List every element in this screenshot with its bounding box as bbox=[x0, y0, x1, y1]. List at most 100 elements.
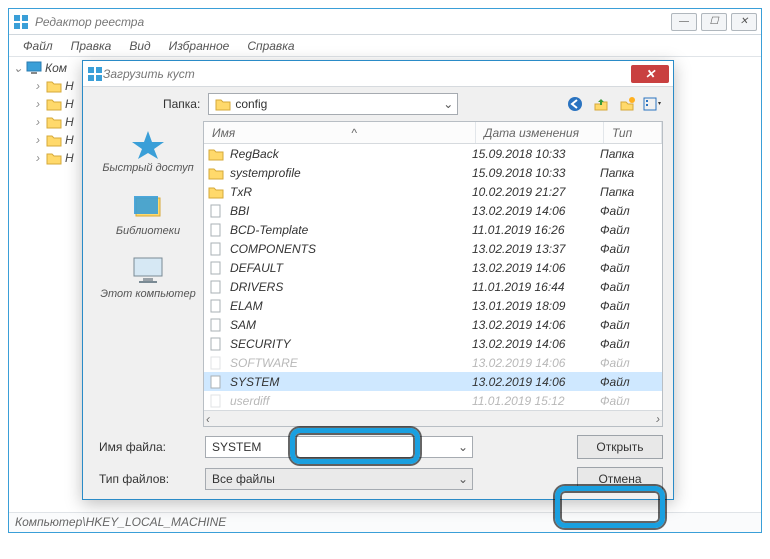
file-type: Файл bbox=[600, 299, 658, 313]
expand-icon[interactable]: › bbox=[33, 133, 43, 147]
file-name: SYSTEM bbox=[228, 375, 472, 389]
folder-icon bbox=[46, 97, 62, 111]
file-icon bbox=[208, 242, 224, 256]
expand-icon[interactable]: › bbox=[33, 79, 43, 93]
up-icon[interactable] bbox=[591, 94, 611, 114]
collapse-icon[interactable]: ⌄ bbox=[13, 61, 23, 75]
regedit-icon bbox=[87, 66, 103, 82]
folder-combo[interactable]: config ⌄ bbox=[208, 93, 458, 115]
file-list-rows[interactable]: RegBack15.09.2018 10:33Папкаsystemprofil… bbox=[204, 144, 662, 410]
menu-file[interactable]: Файл bbox=[15, 37, 61, 55]
file-icon bbox=[208, 394, 224, 408]
file-date: 11.01.2019 15:12 bbox=[472, 394, 600, 408]
file-icon bbox=[208, 299, 224, 313]
chevron-down-icon: ⌄ bbox=[443, 97, 453, 111]
file-type: Файл bbox=[600, 375, 658, 389]
file-list: Имя^ Дата изменения Тип RegBack15.09.201… bbox=[203, 121, 663, 427]
file-name: DRIVERS bbox=[228, 280, 472, 294]
dialog-close-button[interactable]: ✕ bbox=[631, 65, 669, 83]
main-titlebar: Редактор реестра — ☐ ✕ bbox=[9, 9, 761, 35]
places-bar: Быстрый доступ Библиотеки Этот компьютер bbox=[93, 121, 203, 427]
file-name: systemprofile bbox=[228, 166, 472, 180]
menu-edit[interactable]: Правка bbox=[63, 37, 120, 55]
file-name: BCD-Template bbox=[228, 223, 472, 237]
file-icon bbox=[208, 223, 224, 237]
open-button[interactable]: Открыть bbox=[577, 435, 663, 459]
file-name: DEFAULT bbox=[228, 261, 472, 275]
filename-input[interactable]: SYSTEM ⌄ bbox=[205, 436, 473, 458]
menu-favorites[interactable]: Избранное bbox=[161, 37, 238, 55]
dialog-bottom: Имя файла: SYSTEM ⌄ Открыть Тип файлов: … bbox=[83, 427, 673, 511]
file-row[interactable]: SOFTWARE13.02.2019 14:06Файл bbox=[204, 353, 662, 372]
menu-help[interactable]: Справка bbox=[239, 37, 302, 55]
file-date: 13.02.2019 14:06 bbox=[472, 204, 600, 218]
cancel-button[interactable]: Отмена bbox=[577, 467, 663, 491]
load-hive-dialog: Загрузить куст ✕ Папка: config ⌄ bbox=[82, 60, 674, 500]
folder-icon bbox=[208, 166, 224, 180]
chevron-down-icon: ⌄ bbox=[458, 440, 468, 454]
file-row[interactable]: userdiff11.01.2019 15:12Файл bbox=[204, 391, 662, 410]
main-title: Редактор реестра bbox=[35, 15, 671, 29]
place-libraries[interactable]: Библиотеки bbox=[116, 192, 180, 237]
file-date: 11.01.2019 16:26 bbox=[472, 223, 600, 237]
place-label: Быстрый доступ bbox=[102, 162, 193, 174]
scroll-left-icon[interactable]: ‹ bbox=[206, 412, 210, 426]
new-folder-icon[interactable] bbox=[617, 94, 637, 114]
place-this-pc[interactable]: Этот компьютер bbox=[100, 255, 195, 300]
folder-icon bbox=[46, 133, 62, 147]
regedit-icon bbox=[13, 14, 29, 30]
file-name: SAM bbox=[228, 318, 472, 332]
file-name: SECURITY bbox=[228, 337, 472, 351]
file-icon bbox=[208, 204, 224, 218]
file-row[interactable]: BBI13.02.2019 14:06Файл bbox=[204, 201, 662, 220]
col-type[interactable]: Тип bbox=[604, 122, 662, 143]
view-menu-icon[interactable] bbox=[643, 94, 663, 114]
col-date[interactable]: Дата изменения bbox=[476, 122, 604, 143]
file-icon bbox=[208, 375, 224, 389]
file-row[interactable]: SAM13.02.2019 14:06Файл bbox=[204, 315, 662, 334]
minimize-button[interactable]: — bbox=[671, 13, 697, 31]
folder-icon bbox=[46, 79, 62, 93]
file-date: 13.02.2019 14:06 bbox=[472, 261, 600, 275]
tree-root-label: Ком bbox=[45, 61, 67, 75]
scroll-right-icon[interactable]: › bbox=[656, 412, 660, 426]
file-row[interactable]: SECURITY13.02.2019 14:06Файл bbox=[204, 334, 662, 353]
file-date: 13.02.2019 14:06 bbox=[472, 375, 600, 389]
file-icon bbox=[208, 337, 224, 351]
expand-icon[interactable]: › bbox=[33, 97, 43, 111]
file-type: Файл bbox=[600, 204, 658, 218]
col-name[interactable]: Имя^ bbox=[204, 122, 476, 143]
dialog-middle: Быстрый доступ Библиотеки Этот компьютер… bbox=[83, 121, 673, 427]
file-row[interactable]: TxR10.02.2019 21:27Папка bbox=[204, 182, 662, 201]
file-icon bbox=[208, 356, 224, 370]
folder-icon bbox=[215, 97, 231, 111]
file-row[interactable]: BCD-Template11.01.2019 16:26Файл bbox=[204, 220, 662, 239]
close-button[interactable]: ✕ bbox=[731, 13, 757, 31]
this-pc-icon bbox=[130, 255, 166, 285]
expand-icon[interactable]: › bbox=[33, 115, 43, 129]
dialog-toolbar bbox=[565, 94, 663, 114]
filetype-combo[interactable]: Все файлы ⌄ bbox=[205, 468, 473, 490]
folder-label: Папка: bbox=[163, 97, 200, 111]
place-quick-access[interactable]: Быстрый доступ bbox=[102, 129, 193, 174]
window-controls: — ☐ ✕ bbox=[671, 13, 757, 31]
horizontal-scrollbar[interactable]: ‹ › bbox=[204, 410, 662, 426]
file-name: COMPONENTS bbox=[228, 242, 472, 256]
file-row[interactable]: systemprofile15.09.2018 10:33Папка bbox=[204, 163, 662, 182]
folder-icon bbox=[208, 185, 224, 199]
file-type: Файл bbox=[600, 261, 658, 275]
file-row[interactable]: RegBack15.09.2018 10:33Папка bbox=[204, 144, 662, 163]
file-row[interactable]: DRIVERS11.01.2019 16:44Файл bbox=[204, 277, 662, 296]
file-type: Папка bbox=[600, 166, 658, 180]
file-row[interactable]: SYSTEM13.02.2019 14:06Файл bbox=[204, 372, 662, 391]
back-icon[interactable] bbox=[565, 94, 585, 114]
folder-icon bbox=[46, 151, 62, 165]
expand-icon[interactable]: › bbox=[33, 151, 43, 165]
file-date: 13.02.2019 14:06 bbox=[472, 318, 600, 332]
file-row[interactable]: COMPONENTS13.02.2019 13:37Файл bbox=[204, 239, 662, 258]
libraries-icon bbox=[130, 192, 166, 222]
file-row[interactable]: DEFAULT13.02.2019 14:06Файл bbox=[204, 258, 662, 277]
menu-view[interactable]: Вид bbox=[121, 37, 158, 55]
maximize-button[interactable]: ☐ bbox=[701, 13, 727, 31]
file-row[interactable]: ELAM13.01.2019 18:09Файл bbox=[204, 296, 662, 315]
